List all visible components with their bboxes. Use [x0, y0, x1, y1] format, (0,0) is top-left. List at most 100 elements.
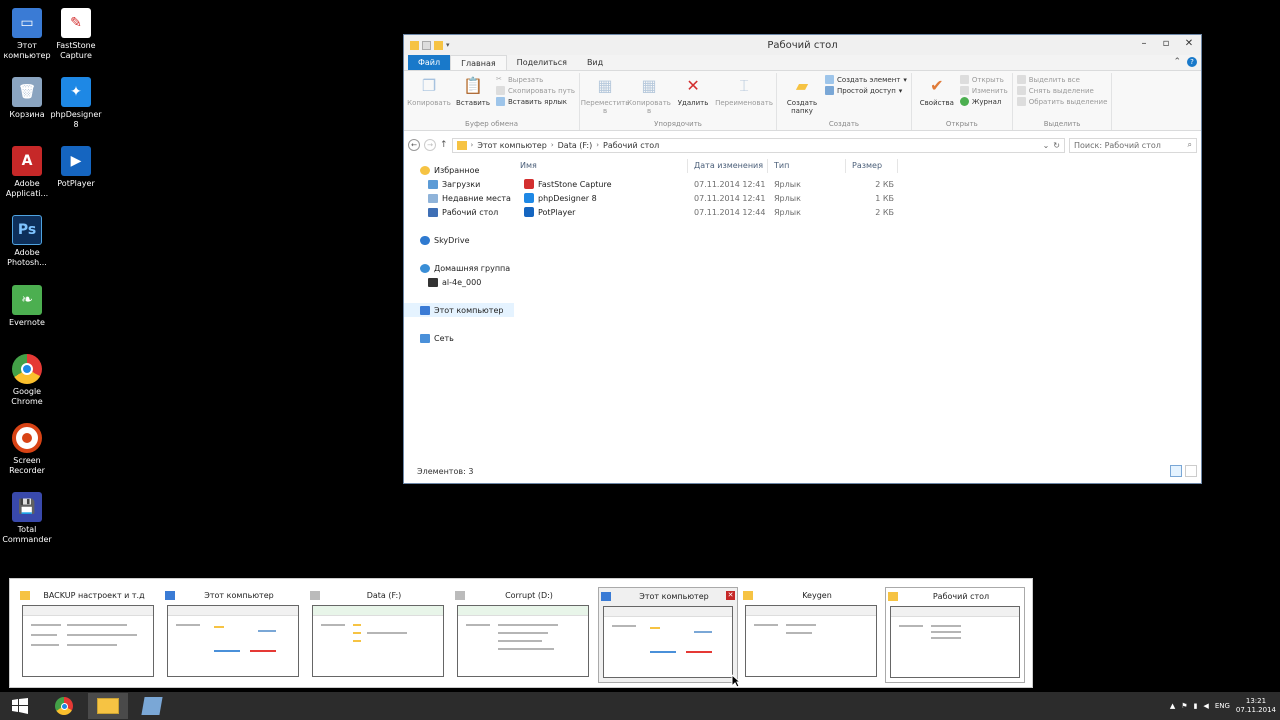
- file-row[interactable]: FastStone Capture 07.11.2014 12:41 Ярлык…: [514, 177, 1201, 191]
- homegroup-icon: [420, 263, 430, 273]
- switcher-item[interactable]: Рабочий стол: [885, 587, 1025, 683]
- desktop-icon-this-pc[interactable]: ▭ Этот компьютер: [0, 8, 54, 61]
- nav-label: Загрузки: [442, 179, 481, 189]
- file-row[interactable]: phpDesigner 8 07.11.2014 12:41 Ярлык 1 К…: [514, 191, 1201, 205]
- select-none-button[interactable]: Снять выделение: [1016, 86, 1108, 95]
- move-to-label: Переместить в: [580, 99, 630, 115]
- tab-file[interactable]: Файл: [408, 55, 451, 70]
- switcher-item[interactable]: BACKUP настроект и т.д: [18, 587, 158, 683]
- nav-skydrive[interactable]: SkyDrive: [404, 233, 514, 247]
- tab-view[interactable]: Вид: [577, 55, 613, 70]
- desktop-icon-potplayer[interactable]: ▶ PotPlayer: [49, 146, 103, 189]
- column-headers: Имя Дата изменения Тип Размер: [514, 155, 1201, 177]
- chevron-up-icon[interactable]: ▲: [1170, 702, 1175, 710]
- paste-button[interactable]: 📋 Вставить: [452, 73, 494, 120]
- desktop-icon-label: Screen Recorder: [9, 456, 45, 475]
- close-icon[interactable]: ✕: [726, 591, 735, 600]
- tab-home[interactable]: Главная: [450, 55, 507, 70]
- breadcrumb-item[interactable]: Этот компьютер: [477, 141, 546, 150]
- breadcrumb-item[interactable]: Data (F:): [558, 141, 593, 150]
- minimize-button[interactable]: –: [1133, 35, 1155, 51]
- copy-path-button[interactable]: Скопировать путь: [496, 86, 575, 95]
- file-row[interactable]: PotPlayer 07.11.2014 12:44 Ярлык 2 КБ: [514, 205, 1201, 219]
- desktop-icon-faststone[interactable]: ✎ FastStone Capture: [49, 8, 103, 61]
- address-bar[interactable]: › Этот компьютер › Data (F:) › Рабочий с…: [451, 137, 1065, 153]
- clock[interactable]: 13:21 07.11.2014: [1236, 697, 1276, 715]
- language-indicator[interactable]: ENG: [1215, 702, 1230, 710]
- network-icon[interactable]: ▮: [1194, 702, 1198, 710]
- desktop-icon-phpdesigner[interactable]: ✦ phpDesigner 8: [49, 77, 103, 130]
- desktop-icon-label: Adobe Applicati...: [5, 179, 49, 198]
- desktop-icon-label: Google Chrome: [11, 387, 43, 406]
- edit-button[interactable]: Изменить: [959, 86, 1008, 95]
- column-type[interactable]: Тип: [768, 159, 846, 173]
- nav-favorites[interactable]: Избранное: [404, 163, 514, 177]
- switcher-item[interactable]: Corrupt (D:): [453, 587, 593, 683]
- search-input[interactable]: Поиск: Рабочий стол ⌕: [1069, 137, 1197, 153]
- tab-share[interactable]: Поделиться: [507, 55, 577, 70]
- rename-button[interactable]: ⌶ Переименовать: [715, 73, 773, 120]
- desktop-icon-chrome[interactable]: Google Chrome: [0, 354, 54, 407]
- cut-button[interactable]: ✂ Вырезать: [496, 75, 575, 84]
- chevron-down-icon[interactable]: ⌄: [1043, 141, 1050, 150]
- paste-shortcut-button[interactable]: Вставить ярлык: [496, 97, 575, 106]
- switcher-item[interactable]: Keygen: [741, 587, 881, 683]
- desktop-icon-adobe[interactable]: A Adobe Applicati...: [0, 146, 54, 199]
- taskbar-explorer[interactable]: [88, 693, 128, 719]
- start-button[interactable]: [0, 693, 40, 719]
- up-button[interactable]: ↑: [440, 140, 448, 150]
- easy-access-button[interactable]: Простой доступ ▾: [825, 86, 907, 95]
- cut-label: Вырезать: [508, 75, 544, 84]
- refresh-icon[interactable]: ↻: [1053, 141, 1060, 150]
- nav-recent[interactable]: Недавние места: [404, 191, 514, 205]
- column-name[interactable]: Имя: [514, 159, 688, 173]
- large-icons-view-icon[interactable]: [1185, 465, 1197, 477]
- nav-homegroup[interactable]: Домашняя группа: [404, 261, 514, 275]
- invert-selection-button[interactable]: Обратить выделение: [1016, 97, 1107, 106]
- select-all-button[interactable]: Выделить все: [1016, 75, 1108, 84]
- nav-this-pc[interactable]: Этот компьютер: [404, 303, 514, 317]
- nav-network[interactable]: Сеть: [404, 331, 514, 345]
- delete-label: Удалить: [677, 99, 709, 107]
- properties-button[interactable]: ✔ Свойства: [916, 73, 958, 120]
- group-label: Буфер обмена: [465, 120, 518, 128]
- chevron-up-icon[interactable]: ⌃: [1173, 57, 1181, 67]
- desktop-icon-total-commander[interactable]: 💾 Total Commander: [0, 492, 54, 545]
- details-view-icon[interactable]: [1170, 465, 1182, 477]
- search-placeholder: Поиск: Рабочий стол: [1074, 140, 1161, 150]
- copy-to-button[interactable]: ▦ Копировать в: [627, 73, 671, 120]
- nav-user[interactable]: al-4e_000: [404, 275, 514, 289]
- new-item-button[interactable]: Создать элемент ▾: [825, 75, 907, 84]
- column-size[interactable]: Размер: [846, 159, 898, 173]
- switcher-item[interactable]: Data (F:): [308, 587, 448, 683]
- column-date[interactable]: Дата изменения: [688, 159, 768, 173]
- back-button[interactable]: ←: [408, 139, 420, 151]
- breadcrumb-item[interactable]: Рабочий стол: [603, 141, 659, 150]
- desktop-icon-screen-recorder[interactable]: Screen Recorder: [0, 423, 54, 476]
- nav-desktop[interactable]: Рабочий стол: [404, 205, 514, 219]
- maximize-button[interactable]: ▫: [1155, 35, 1177, 51]
- open-button[interactable]: Открыть: [959, 75, 1008, 84]
- history-button[interactable]: Журнал: [959, 97, 1008, 106]
- desktop-icon: [428, 207, 438, 217]
- explorer-window: ▾ Рабочий стол – ▫ ✕ Файл Главная Подели…: [403, 34, 1202, 484]
- move-to-button[interactable]: ▦ Переместить в: [581, 73, 630, 120]
- desktop-icon-recycle-bin[interactable]: 🗑 Корзина: [0, 77, 54, 120]
- flag-icon[interactable]: ⚑: [1181, 702, 1187, 710]
- delete-button[interactable]: ✕ Удалить: [672, 73, 714, 120]
- nav-downloads[interactable]: Загрузки: [404, 177, 514, 191]
- taskbar-app[interactable]: [132, 693, 172, 719]
- taskbar-chrome[interactable]: [44, 693, 84, 719]
- new-folder-button[interactable]: ▰ Создать папку: [781, 73, 823, 120]
- select-none-icon: [1016, 86, 1026, 95]
- copy-button[interactable]: ❐ Копировать: [407, 73, 451, 120]
- desktop-icon-photoshop[interactable]: Ps Adobe Photosh...: [0, 215, 54, 268]
- forward-button[interactable]: →: [424, 139, 436, 151]
- switcher-item[interactable]: Этот компьютер: [163, 587, 303, 683]
- help-icon[interactable]: ?: [1187, 57, 1197, 67]
- switcher-item-selected[interactable]: Этот компьютер ✕: [598, 587, 738, 683]
- desktop-icon-evernote[interactable]: ❧ Evernote: [0, 285, 54, 328]
- close-button[interactable]: ✕: [1177, 35, 1201, 51]
- volume-icon[interactable]: ◀: [1203, 702, 1208, 710]
- new-item-icon: [825, 75, 835, 84]
